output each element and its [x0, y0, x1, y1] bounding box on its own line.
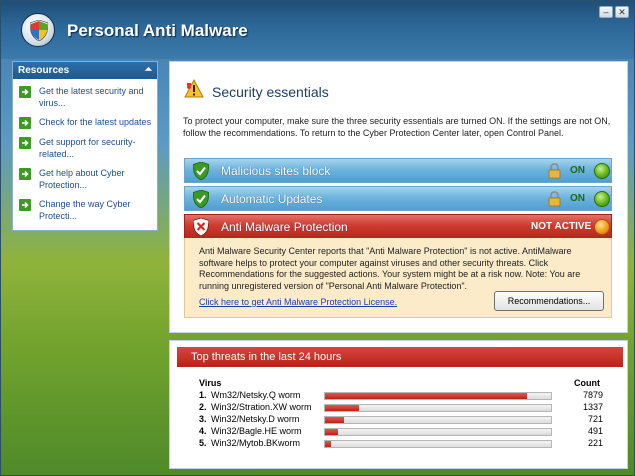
- green-arrow-icon: [19, 137, 31, 149]
- alert-text: Anti Malware Security Center reports tha…: [199, 246, 581, 291]
- resource-item-label: Get help about Cyber Protection...: [39, 168, 125, 190]
- green-arrow-icon: [19, 199, 31, 211]
- lock-icon: [548, 163, 561, 179]
- collapse-icon[interactable]: ⏶: [145, 64, 152, 75]
- green-arrow-icon: [19, 168, 31, 180]
- resources-panel: Resources ⏶ Get the latest security and …: [12, 61, 158, 231]
- essential-label: Malicious sites block: [221, 164, 331, 178]
- resource-item-support[interactable]: Get support for security-related...: [19, 136, 153, 160]
- threat-count: 7879: [582, 390, 603, 400]
- title-bar: Personal Anti Malware – ✕: [1, 1, 634, 59]
- threat-name: Wm32/Netsky.Q worm: [211, 390, 301, 400]
- resources-header[interactable]: Resources ⏶: [13, 62, 157, 79]
- app-logo-shield-icon: [21, 13, 55, 47]
- threat-rank: 4.: [199, 426, 207, 436]
- threat-bar-fill: [325, 417, 344, 423]
- threat-name: Win32/Mytob.BKworm: [211, 438, 301, 448]
- resource-item-change-settings[interactable]: Change the way Cyber Protecti...: [19, 198, 153, 222]
- alert-details: Anti Malware Security Center reports tha…: [184, 238, 612, 318]
- threat-rank: 5.: [199, 438, 207, 448]
- resource-item-label: Get the latest security and virus...: [39, 86, 144, 108]
- count-column-header: Count: [574, 378, 600, 388]
- status-ok-icon: [594, 191, 610, 207]
- threat-bar-fill: [325, 441, 331, 447]
- resources-list: Get the latest security and virus... Che…: [13, 79, 157, 222]
- threat-name: Win32/Bagle.HE worm: [211, 426, 302, 436]
- threat-row: 2. Win32/Stration.XW worm 1337: [199, 402, 603, 414]
- threat-bar-fill: [325, 393, 527, 399]
- threat-name: Win32/Netsky.D worm: [211, 414, 300, 424]
- status-on-text: ON: [570, 193, 585, 204]
- threat-rank: 3.: [199, 414, 207, 424]
- threat-bar-track: [324, 440, 552, 448]
- status-on-text: ON: [570, 165, 585, 176]
- status-not-active-text: NOT ACTIVE: [531, 221, 592, 232]
- resource-item-label: Get support for security-related...: [39, 137, 136, 159]
- close-button[interactable]: ✕: [615, 6, 629, 18]
- threat-rank: 1.: [199, 390, 207, 400]
- status-alert-icon: [594, 219, 610, 235]
- threat-bar-track: [324, 428, 552, 436]
- resource-item-label: Check for the latest updates: [39, 117, 152, 127]
- threat-row: 3. Win32/Netsky.D worm 721: [199, 414, 603, 426]
- threat-rank: 2.: [199, 402, 207, 412]
- app-title: Personal Anti Malware: [67, 21, 248, 40]
- security-essentials-panel: Security essentials To protect your comp…: [169, 61, 628, 333]
- page-title: Security essentials: [212, 84, 329, 100]
- essential-row-malicious-sites[interactable]: Malicious sites block ON: [184, 158, 612, 183]
- threat-bar-fill: [325, 429, 338, 435]
- recommendations-button[interactable]: Recommendations...: [494, 291, 604, 311]
- green-shield-check-icon: [193, 190, 209, 208]
- threat-count: 491: [587, 426, 603, 436]
- threats-title: Top threats in the last 24 hours: [191, 351, 342, 363]
- threat-bar-track: [324, 404, 552, 412]
- essential-row-automatic-updates[interactable]: Automatic Updates ON: [184, 186, 612, 211]
- green-arrow-icon: [19, 86, 31, 98]
- essential-label: Anti Malware Protection: [221, 220, 348, 234]
- essential-row-anti-malware[interactable]: Anti Malware Protection NOT ACTIVE: [184, 214, 612, 239]
- threat-row: 1. Wm32/Netsky.Q worm 7879: [199, 390, 603, 402]
- resource-item-latest-security[interactable]: Get the latest security and virus...: [19, 85, 153, 109]
- resources-title: Resources: [18, 65, 70, 76]
- virus-column-header: Virus: [199, 378, 222, 388]
- shield-logo-icon: [30, 20, 48, 41]
- red-shield-x-icon: [193, 218, 209, 236]
- green-shield-check-icon: [193, 162, 209, 180]
- status-ok-icon: [594, 163, 610, 179]
- threat-bar-track: [324, 416, 552, 424]
- threat-bar-track: [324, 392, 552, 400]
- minimize-button[interactable]: –: [599, 6, 613, 18]
- threat-bar-fill: [325, 405, 360, 411]
- resource-item-updates[interactable]: Check for the latest updates: [19, 116, 153, 129]
- app-window: Personal Anti Malware – ✕ Resources ⏶ Ge…: [0, 0, 635, 476]
- get-license-link[interactable]: Click here to get Anti Malware Protectio…: [199, 297, 397, 307]
- threat-row: 4. Win32/Bagle.HE worm 491: [199, 426, 603, 438]
- green-arrow-icon: [19, 117, 31, 129]
- resource-item-help[interactable]: Get help about Cyber Protection...: [19, 167, 153, 191]
- resource-item-label: Change the way Cyber Protecti...: [39, 199, 131, 221]
- warning-shield-icon: [184, 79, 204, 98]
- threat-count: 721: [587, 414, 603, 424]
- lock-icon: [548, 191, 561, 207]
- threat-name: Win32/Stration.XW worm: [211, 402, 312, 412]
- threat-row: 5. Win32/Mytob.BKworm 221: [199, 438, 603, 450]
- top-threats-panel: Top threats in the last 24 hours Virus C…: [169, 340, 628, 469]
- intro-text: To protect your computer, make sure the …: [183, 116, 611, 138]
- threat-count: 221: [587, 438, 603, 448]
- essential-label: Automatic Updates: [221, 192, 323, 206]
- threat-count: 1337: [582, 402, 603, 412]
